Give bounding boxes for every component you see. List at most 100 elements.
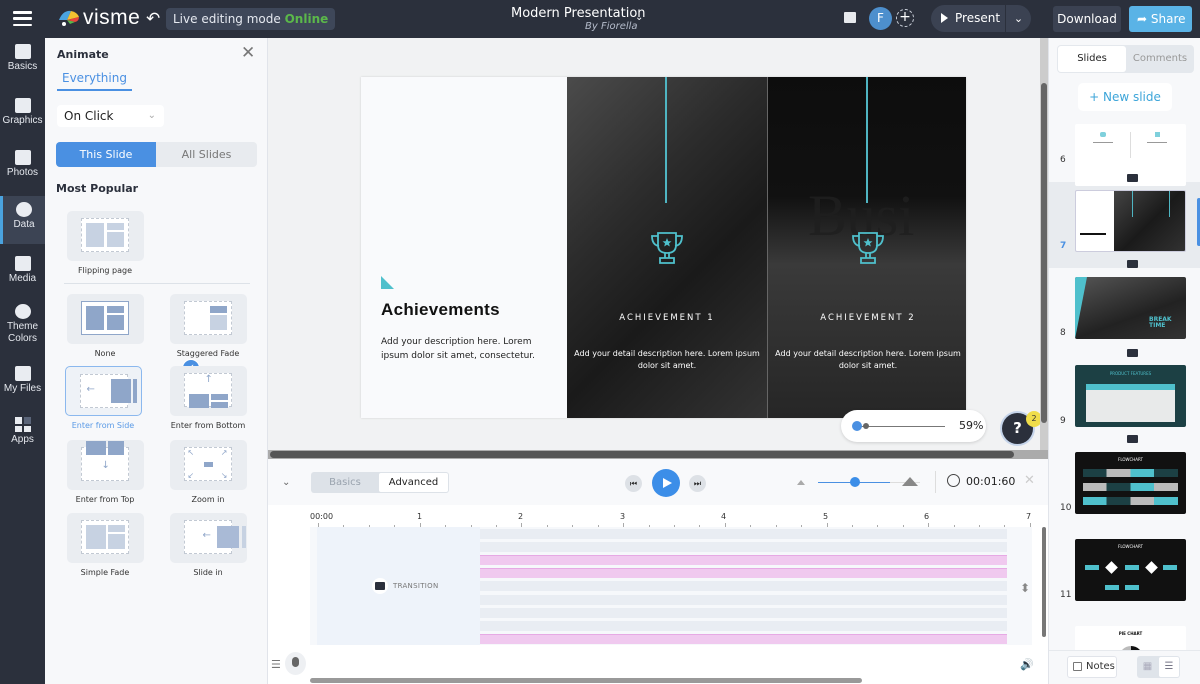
sidebar-item-basics[interactable]: Basics [0,44,45,88]
list-view-icon[interactable]: ☰ [1159,657,1179,677]
transition-icon[interactable] [1127,349,1138,357]
timeline-row-bar[interactable] [480,542,1007,553]
canvas-horizontal-scrollbar[interactable] [268,450,1048,459]
notes-button[interactable]: Notes [1067,656,1117,678]
achievement-2-panel[interactable]: Busi ACHIEVEMENT 2 Add your detail descr… [767,77,966,418]
timeline-zoom-handle[interactable] [850,477,860,487]
animation-enter-from-top[interactable]: ↓ Enter from Top [66,440,144,504]
achievement-description[interactable]: Add your detail description here. Lorem … [768,348,966,372]
slide-thumbnail[interactable]: BREAK TIME [1075,277,1186,339]
sidebar-item-photos[interactable]: Photos [0,150,45,194]
present-button[interactable]: Present [931,5,1004,32]
animation-enter-from-bottom[interactable]: ↑ Enter from Bottom [169,366,247,430]
chevron-down-icon[interactable]: ⌄ [635,12,643,23]
transition-track-label[interactable]: TRANSITION [317,527,480,645]
timeline-row-bar[interactable] [480,581,1007,592]
animation-simple-fade[interactable]: Simple Fade [66,513,144,577]
transition-icon[interactable] [1127,435,1138,443]
document-title[interactable]: Modern Presentation [511,6,646,21]
animation-flipping-page[interactable]: Flipping page [66,211,144,275]
undo-icon[interactable]: ↶ [146,9,160,29]
animation-label: Slide in [193,568,223,577]
tab-everything[interactable]: Everything [57,71,132,91]
new-slide-button[interactable]: + New slide [1078,83,1172,111]
timeline-vertical-scrollbar[interactable] [1042,527,1046,637]
transition-icon[interactable] [1127,260,1138,268]
sidebar-item-my-files[interactable]: My Files [0,366,45,410]
animation-zoom-in[interactable]: ↖ ↗ ↙ ↘ Zoom in [169,440,247,504]
slide-number: 7 [1060,241,1067,251]
duration-value[interactable]: 00:01:60 [966,475,1015,488]
comment-icon[interactable] [844,12,856,23]
sidebar-item-data[interactable]: Data [0,196,45,244]
mode-advanced[interactable]: Advanced [379,473,448,492]
download-button[interactable]: Download [1053,6,1121,32]
avatar[interactable]: F [869,7,892,30]
timeline-horizontal-scrollbar[interactable] [310,678,862,683]
slide-description[interactable]: Add your description here. Lorem ipsum d… [381,335,551,363]
sidebar-item-graphics[interactable]: Graphics [0,98,45,142]
animation-none[interactable]: None [66,294,144,358]
present-options-chevron-icon[interactable]: ⌄ [1005,5,1031,32]
sidebar-item-label: Colors [8,333,37,344]
microphone-icon[interactable] [285,652,306,675]
timeline-row-bar[interactable] [480,607,1007,618]
tab-slides[interactable]: Slides [1058,46,1126,72]
slide-thumbnail[interactable] [1075,190,1186,252]
mode-basics[interactable]: Basics [311,472,379,493]
animation-label: Simple Fade [80,568,130,577]
menu-icon[interactable]: ☰ [271,658,281,671]
slide-number: 10 [1060,503,1072,513]
slide-thumbnail[interactable]: FLOWCHART [1075,452,1186,514]
timeline-row-bar[interactable] [480,555,1007,566]
timeline-row-bar[interactable] [480,529,1007,539]
transition-icon[interactable] [1127,174,1138,182]
share-button[interactable]: ➦ Share [1129,6,1192,32]
play-button[interactable] [652,469,680,497]
achievement-description[interactable]: Add your detail description here. Lorem … [567,348,767,372]
zoom-slider-handle[interactable] [852,421,862,431]
animation-thumbnail: ↓ [66,440,144,490]
trigger-select[interactable]: On Click ⌄ [57,105,164,127]
canvas-vertical-scrollbar[interactable] [1040,38,1048,450]
add-collaborator-button[interactable]: + [896,9,914,27]
timeline-row-bar[interactable] [480,633,1007,644]
logo[interactable]: visme [57,7,140,28]
slide-thumbnail[interactable]: PRODUCT FEATURES [1075,365,1186,427]
collapse-chevron-icon[interactable]: ⌄ [282,477,290,488]
ruler-label: 7 [1026,512,1032,521]
achievement-title[interactable]: ACHIEVEMENT 2 [768,313,966,323]
slide[interactable]: Achievements Add your description here. … [361,77,966,418]
achievement-1-panel[interactable]: ACHIEVEMENT 1 Add your detail descriptio… [567,77,767,418]
scope-all-slides[interactable]: All Slides [156,142,257,167]
skip-forward-icon[interactable]: ⏭ [689,475,706,492]
slide-title[interactable]: Achievements [381,300,500,320]
zoom-in-mountain-icon[interactable] [902,477,918,486]
grid-view-icon[interactable]: ▦ [1137,656,1158,678]
timeline-row-bar[interactable] [480,594,1007,605]
sidebar-item-label: Data [13,219,35,230]
animation-staggered-fade[interactable]: Staggered Fade [169,294,247,358]
timeline-row-bar[interactable] [480,620,1007,631]
skip-back-icon[interactable]: ⏮ [625,475,642,492]
live-mode-status: Online [284,12,329,26]
timeline-row-bar[interactable] [480,568,1007,579]
menu-icon[interactable] [13,11,32,26]
scope-this-slide[interactable]: This Slide [56,142,156,167]
achievement-title[interactable]: ACHIEVEMENT 1 [567,313,767,323]
slide-number: 11 [1060,590,1072,600]
sidebar-item-apps[interactable]: Apps [0,417,45,461]
resize-handle-icon[interactable]: ⬍ [1020,581,1030,595]
tab-comments[interactable]: Comments [1126,45,1194,73]
zoom-slider-track[interactable] [857,426,945,427]
animation-slide-in[interactable]: ← Slide in [169,513,247,577]
slide-number: 8 [1060,328,1066,338]
sidebar-item-theme-colors[interactable]: Theme Colors [0,304,45,348]
speaker-icon[interactable]: 🔊 [1020,658,1034,671]
close-icon[interactable]: ✕ [1024,473,1035,488]
close-icon[interactable]: ✕ [241,45,255,62]
sidebar-item-media[interactable]: Media [0,256,45,300]
slide-thumbnail[interactable]: FLOWCHART [1075,539,1186,601]
zoom-out-mountain-icon[interactable] [797,480,805,485]
animation-enter-from-side[interactable]: ← Enter from Side [64,366,142,430]
